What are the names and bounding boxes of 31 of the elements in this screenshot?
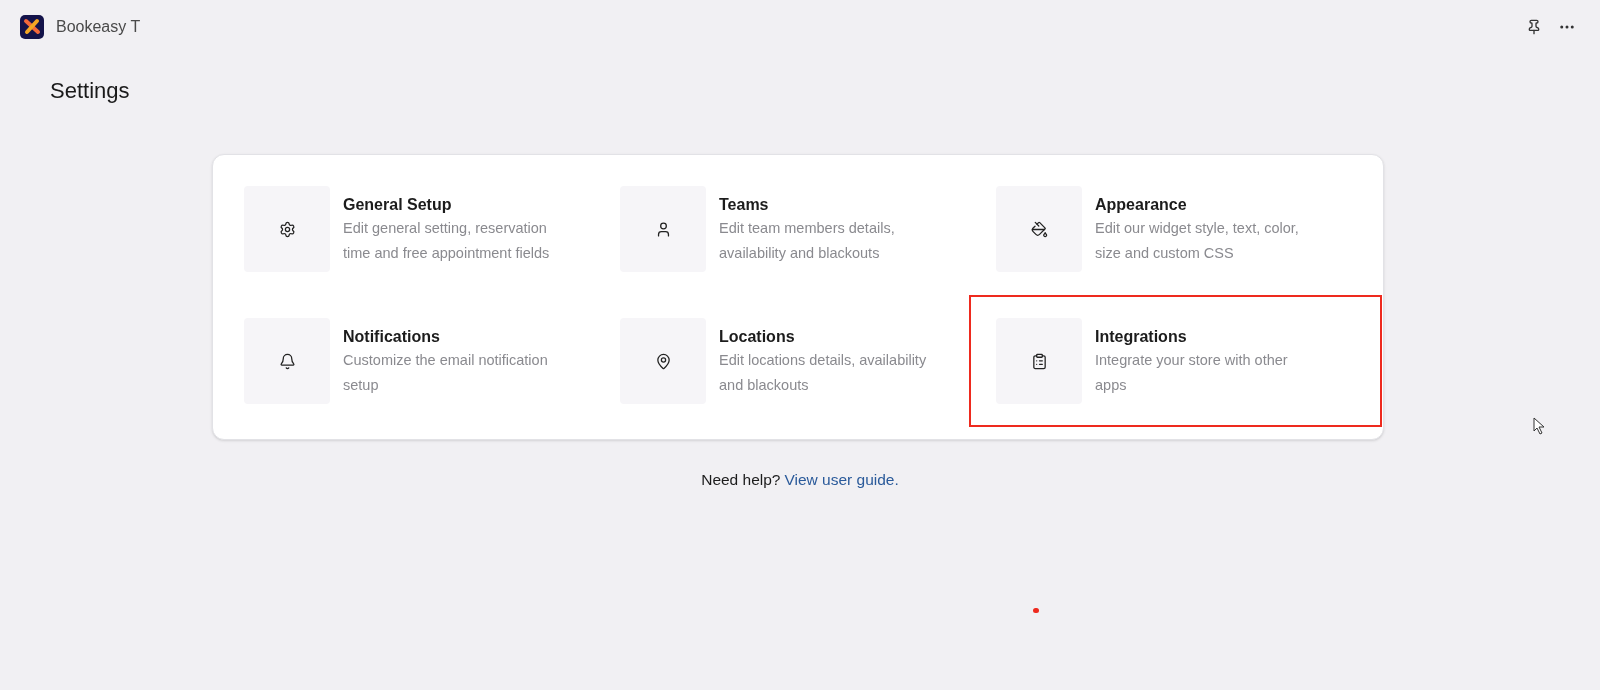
item-title: General Setup [343,195,453,215]
item-title: Integrations [1095,327,1188,347]
item-description: Edit general setting, reservation time and free appointment fields [343,219,551,263]
item-description: Integrate your store with other apps [1095,351,1289,395]
cursor-icon [1533,417,1546,435]
clipboard-icon [1030,352,1048,370]
gear-icon [278,220,296,238]
settings-item[interactable]: General Setup Edit general setting, reservation time and free appointment fields [217,163,593,295]
page-title: Settings [50,77,131,105]
item-description: Edit team members details, availability and blackouts [719,219,896,263]
bell-icon [278,352,296,370]
item-description: Edit our widget style, text, color, size and custom CSS [1095,219,1300,263]
help-text: Need help? [701,470,781,490]
item-title: Notifications [343,327,441,347]
user-guide-link[interactable]: View user guide. [784,468,899,492]
paint-bucket-icon [1030,220,1048,238]
pin-icon[interactable] [1526,19,1542,35]
item-description: Edit locations details, availability and blackouts [719,351,928,395]
item-description: Customize the email notification setup [343,351,549,395]
app-logo-icon [20,15,44,39]
item-title: Locations [719,327,796,347]
settings-item[interactable]: Locations Edit locations details, availability and blackouts [593,295,969,427]
settings-item[interactable]: Teams Edit team members details, availability and blackouts [593,163,969,295]
item-title: Teams [719,195,770,215]
app-name: Bookeasy T [56,17,141,37]
settings-item[interactable]: Appearance Edit our widget style, text, color, size and custom CSS [969,163,1382,295]
item-title: Appearance [1095,195,1188,215]
settings-item[interactable]: Notifications Customize the email notification setup [217,295,593,427]
settings-item[interactable]: Integrations Integrate your store with other apps [969,295,1382,427]
map-pin-icon [654,352,672,370]
click-marker [1033,608,1039,613]
